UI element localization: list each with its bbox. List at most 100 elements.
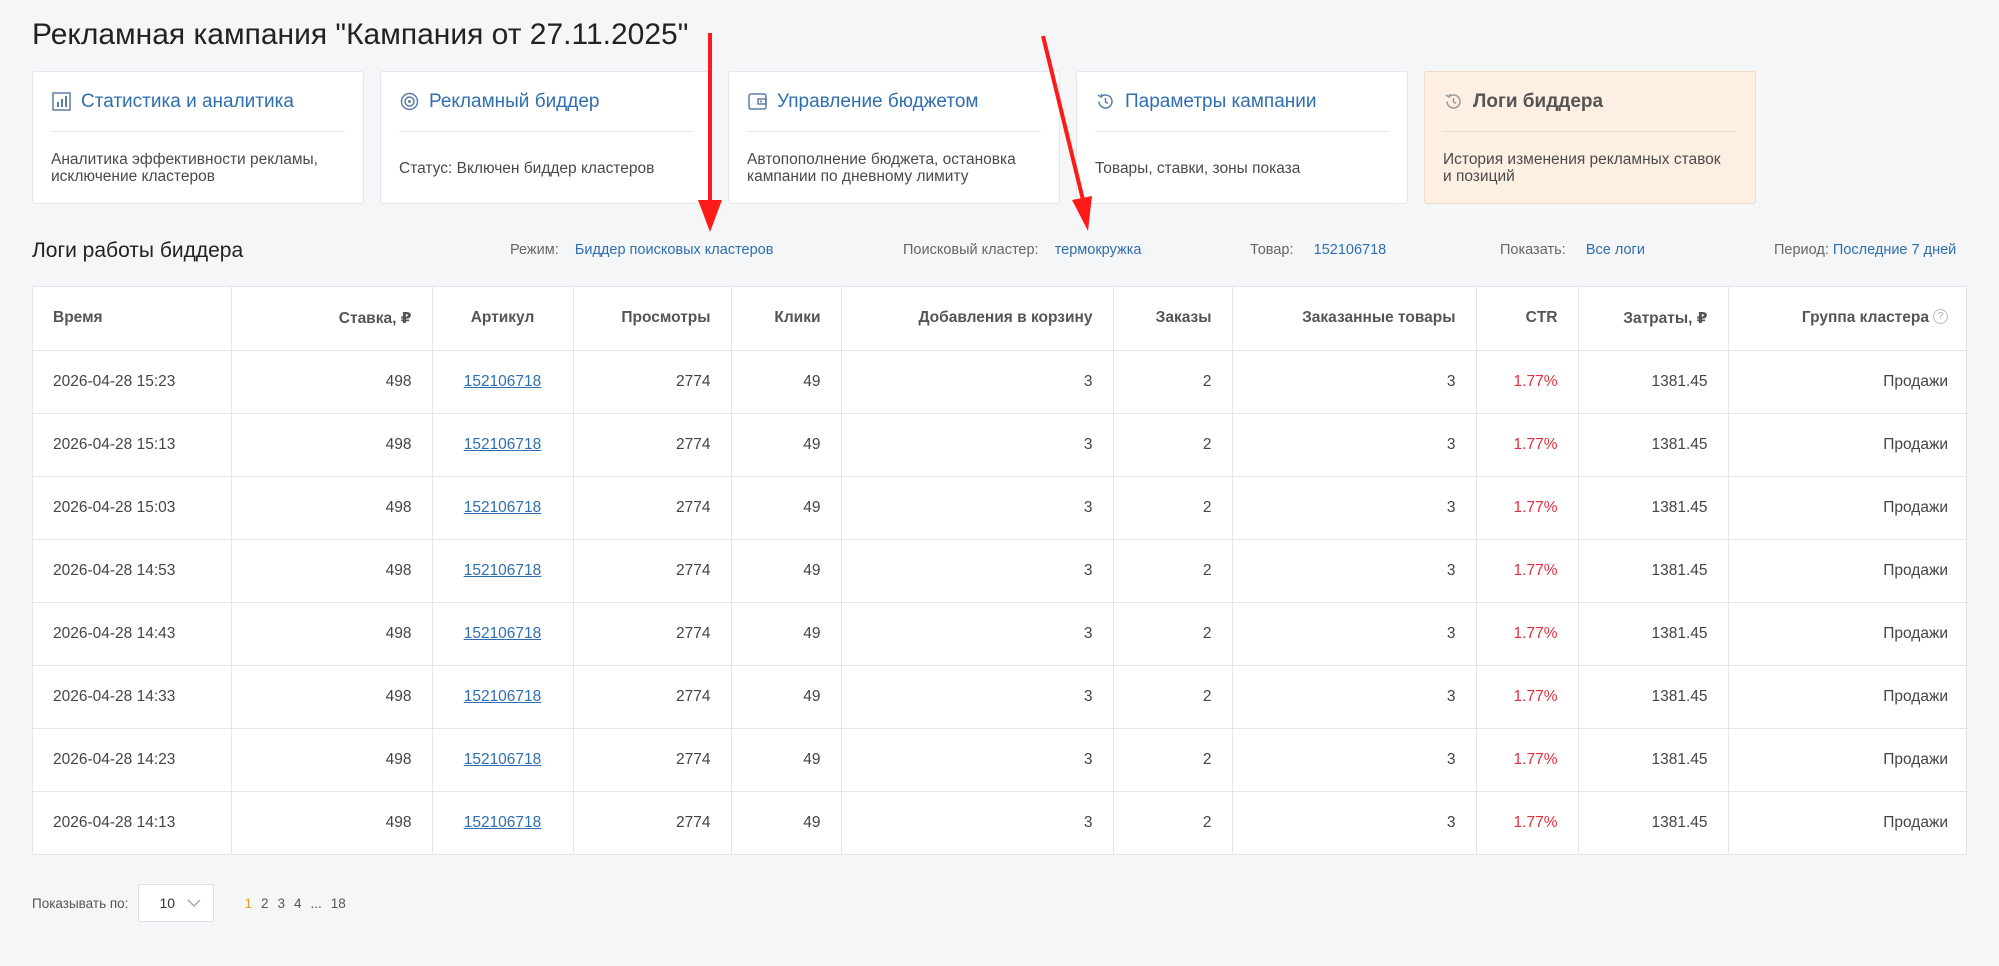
- cell-add-to-cart: 3: [841, 413, 1114, 477]
- cell-cluster-group: Продажи: [1728, 602, 1968, 666]
- cell-ctr: 1.77%: [1476, 728, 1579, 792]
- page-link[interactable]: 18: [331, 896, 346, 911]
- card-campaign-params[interactable]: Параметры кампании Товары, ставки, зоны …: [1076, 71, 1408, 204]
- article-link[interactable]: 152106718: [464, 373, 542, 390]
- cell-clicks: 49: [731, 539, 842, 603]
- article-link[interactable]: 152106718: [464, 751, 542, 768]
- logs-table: Время Ставка, ₽ Артикул Просмотры Клики …: [32, 286, 1968, 855]
- col-header-time[interactable]: Время: [33, 287, 232, 351]
- cell-views: 2774: [573, 728, 732, 792]
- page-link[interactable]: 4: [294, 896, 302, 911]
- col-header-spend[interactable]: Затраты, ₽: [1578, 287, 1729, 351]
- cell-orders: 2: [1113, 602, 1233, 666]
- mode-value-link[interactable]: Биддер поисковых кластеров: [575, 242, 774, 258]
- col-header-ctr[interactable]: CTR: [1476, 287, 1579, 351]
- chevron-down-icon: [187, 895, 201, 911]
- cell-ctr: 1.77%: [1476, 413, 1579, 477]
- cell-orders: 2: [1113, 791, 1233, 854]
- col-header-orders[interactable]: Заказы: [1113, 287, 1233, 351]
- cell-cluster-group: Продажи: [1883, 813, 1948, 831]
- card-budget[interactable]: Управление бюджетом Автопополнение бюдже…: [728, 71, 1060, 204]
- cell-orders: 2: [1113, 413, 1233, 477]
- cell-spend: 1381.45: [1578, 413, 1729, 477]
- cell-add-to-cart: 3: [841, 791, 1114, 854]
- cell-spend: 1381.45: [1578, 791, 1729, 854]
- mode-filter: Режим: Биддер поисковых кластеров: [510, 242, 774, 258]
- card-description: История изменения рекламных ставок и пози…: [1443, 151, 1721, 185]
- article-link[interactable]: 152106718: [464, 814, 542, 831]
- card-title: Управление бюджетом: [777, 90, 979, 112]
- card-bidder-logs[interactable]: Логи биддера История изменения рекламных…: [1424, 71, 1756, 204]
- cell-ordered-items: 3: [1232, 476, 1477, 540]
- cell-bid: 498: [231, 602, 433, 666]
- section-title: Логи работы биддера: [32, 239, 244, 262]
- col-header-clicks[interactable]: Клики: [731, 287, 842, 351]
- cell-views: 2774: [573, 665, 732, 729]
- card-description: Товары, ставки, зоны показа: [1095, 159, 1301, 177]
- cell-time: 2026-04-28 15:13: [33, 413, 232, 477]
- cell-spend: 1381.45: [1578, 602, 1729, 666]
- cluster-filter: Поисковый кластер: термокружка: [903, 242, 1142, 258]
- card-title: Рекламный биддер: [429, 90, 600, 112]
- article-link[interactable]: 152106718: [464, 688, 542, 705]
- article-link[interactable]: 152106718: [464, 625, 542, 642]
- cell-clicks: 49: [731, 728, 842, 792]
- target-icon: [399, 92, 419, 112]
- cell-time: 2026-04-28 15:03: [33, 476, 232, 540]
- cell-time: 2026-04-28 14:23: [33, 728, 232, 792]
- col-header-article[interactable]: Артикул: [432, 287, 574, 351]
- col-header-cluster-group[interactable]: Группа кластера?: [1728, 287, 1968, 351]
- show-value-link[interactable]: Все логи: [1586, 242, 1645, 258]
- cell-ctr: 1.77%: [1476, 602, 1579, 666]
- page-link[interactable]: 1: [244, 896, 252, 911]
- period-value-link[interactable]: Последние 7 дней: [1833, 242, 1956, 258]
- cell-ordered-items: 3: [1232, 413, 1477, 477]
- col-header-ordered-items[interactable]: Заказанные товары: [1232, 287, 1477, 351]
- cell-bid: 498: [231, 728, 433, 792]
- cell-spend: 1381.45: [1578, 665, 1729, 729]
- article-link[interactable]: 152106718: [464, 499, 542, 516]
- cell-views: 2774: [573, 476, 732, 540]
- card-statistics[interactable]: Статистика и аналитика Аналитика эффекти…: [32, 71, 364, 204]
- cluster-value-link[interactable]: термокружка: [1055, 242, 1142, 258]
- cell-ctr: 1.77%: [1476, 665, 1579, 729]
- cell-orders: 2: [1113, 539, 1233, 603]
- cell-spend: 1381.45: [1578, 728, 1729, 792]
- cell-article: 152106718: [432, 539, 574, 603]
- wallet-icon: [747, 92, 767, 112]
- cell-clicks: 49: [731, 476, 842, 540]
- show-filter: Показать: Все логи: [1500, 242, 1645, 258]
- cell-bid: 498: [231, 539, 433, 603]
- card-header: Рекламный биддер: [399, 72, 693, 132]
- cell-article: 152106718: [432, 791, 574, 854]
- table-row: 2026-04-28 15:13 498 152106718 2774 49 3 2 3 1.7…: [33, 413, 1968, 477]
- card-bidder[interactable]: Рекламный биддер Статус: Включен биддер …: [380, 71, 712, 204]
- cell-orders: 2: [1113, 476, 1233, 540]
- page-link[interactable]: 3: [277, 896, 285, 911]
- card-title: Логи биддера: [1473, 90, 1604, 112]
- cell-article: 152106718: [432, 602, 574, 666]
- per-page-select[interactable]: 10: [138, 884, 215, 922]
- help-icon[interactable]: ?: [1933, 309, 1948, 325]
- pagination: 1 2 3 4... 18: [244, 896, 345, 911]
- cell-article: 152106718: [432, 413, 574, 477]
- article-link[interactable]: 152106718: [464, 436, 542, 453]
- cell-bid: 498: [231, 350, 433, 414]
- chart-icon: [51, 92, 71, 112]
- cell-clicks: 49: [731, 791, 842, 854]
- col-header-add-to-cart[interactable]: Добавления в корзину: [841, 287, 1114, 351]
- table-row: 2026-04-28 14:53 498 152106718 2774 49 3 2 3 1.7…: [33, 539, 1968, 603]
- cell-ordered-items: 3: [1232, 539, 1477, 603]
- page-link[interactable]: 2: [261, 896, 269, 911]
- period-filter: Период: Последние 7 дней: [1774, 242, 1957, 258]
- product-value-link[interactable]: 152106718: [1314, 242, 1387, 258]
- col-header-bid[interactable]: Ставка, ₽: [231, 287, 433, 351]
- cell-cluster-group: Продажи: [1728, 539, 1968, 603]
- card-header: Управление бюджетом: [747, 72, 1041, 132]
- cell-add-to-cart: 3: [841, 665, 1114, 729]
- cell-ordered-items: 3: [1232, 350, 1477, 414]
- cell-time: 2026-04-28 14:33: [33, 665, 232, 729]
- col-header-views[interactable]: Просмотры: [573, 287, 732, 351]
- article-link[interactable]: 152106718: [464, 562, 542, 579]
- cell-article: 152106718: [432, 350, 574, 414]
